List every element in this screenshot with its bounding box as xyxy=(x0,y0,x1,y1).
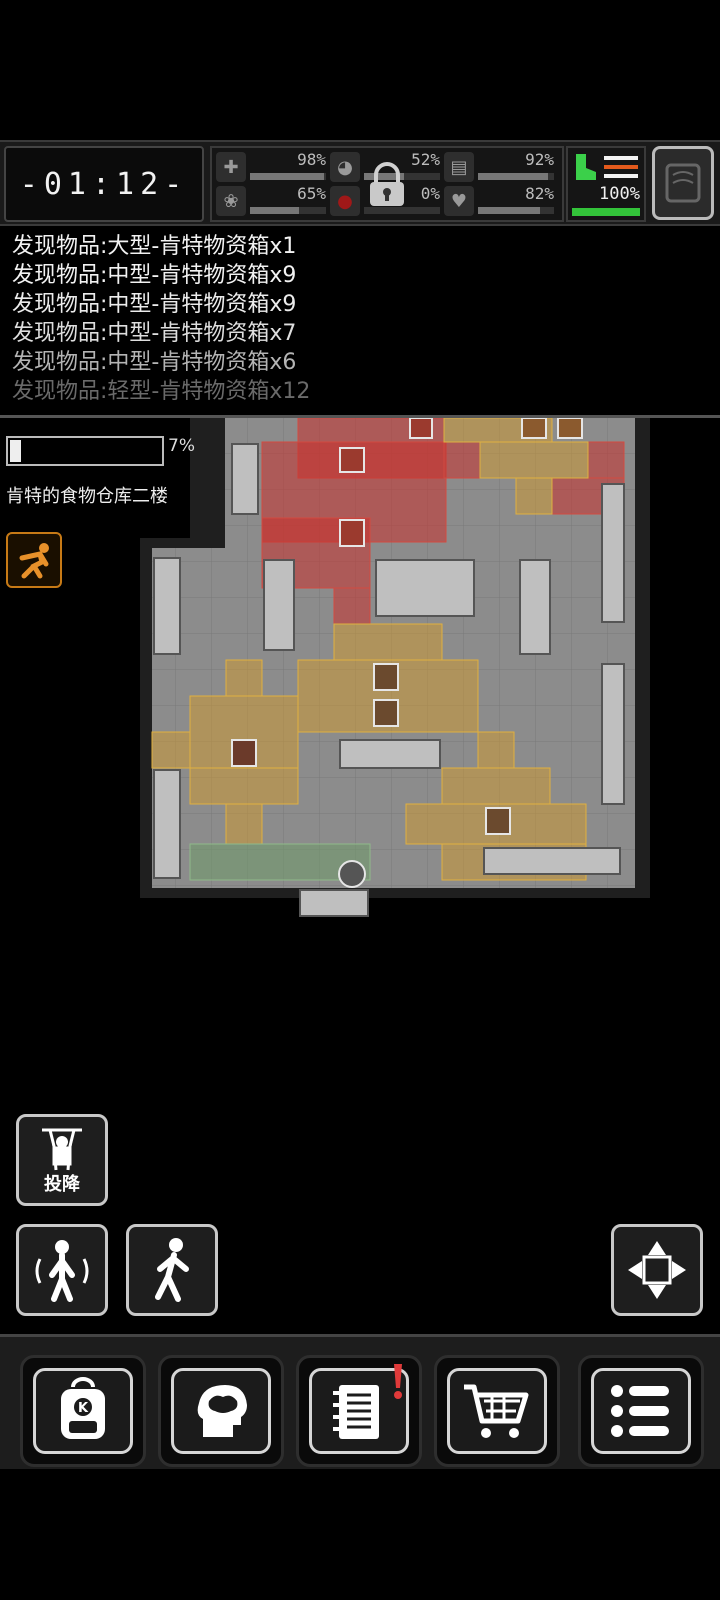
sanity-stat: ❀ 65% xyxy=(216,184,328,216)
mood-stat: ♥ 82% xyxy=(444,184,556,216)
menu-list-icon xyxy=(611,1385,669,1437)
enemy-marker xyxy=(339,447,365,473)
mood-value: 82% xyxy=(525,184,554,203)
thirst-stat: ▤ 92% xyxy=(444,150,556,182)
bleeding-value: 0% xyxy=(420,184,440,203)
enemy-marker xyxy=(557,418,583,439)
radio-icon xyxy=(665,163,701,203)
brain-icon: ❀ xyxy=(216,186,246,216)
backpack-button[interactable]: K xyxy=(20,1355,146,1467)
stamina-bar xyxy=(572,208,640,216)
log-line: 发现物品:轻型-肯特物资箱x12 xyxy=(12,379,311,404)
journal-button[interactable] xyxy=(296,1355,422,1467)
backpack-icon: K xyxy=(61,1377,105,1439)
surrender-label: 投降 xyxy=(44,1174,80,1195)
enemy-marker xyxy=(373,663,399,691)
log-line: 发现物品:中型-肯特物资箱x9 xyxy=(12,263,297,288)
water-icon: ▤ xyxy=(444,152,474,182)
search-progress-value: 7% xyxy=(168,436,195,456)
notification-icon xyxy=(394,1364,402,1399)
status-hud: -01:12- ✚ 98% ◕ 52% ▤ 92% ❀ 65% ● 0% ♥ 8… xyxy=(0,140,720,226)
sneak-icon xyxy=(19,543,49,579)
cart-icon xyxy=(464,1384,529,1438)
bottom-nav: K xyxy=(0,1334,720,1469)
walk-icon xyxy=(155,1238,189,1302)
thirst-value: 92% xyxy=(525,150,554,169)
sanity-value: 65% xyxy=(297,184,326,203)
recenter-button[interactable] xyxy=(611,1224,703,1316)
medkit-icon: ✚ xyxy=(216,152,246,182)
brain-head-icon xyxy=(197,1385,247,1437)
stamina-value: 100% xyxy=(599,184,640,204)
enemy-marker xyxy=(485,807,511,835)
stamina-panel: 100% xyxy=(566,146,646,222)
walk-button[interactable] xyxy=(126,1224,218,1316)
crosshair-icon xyxy=(628,1241,686,1299)
event-log: 发现物品:大型-肯特物资箱x1 发现物品:中型-肯特物资箱x9 发现物品:中型-… xyxy=(12,232,712,406)
shop-button[interactable] xyxy=(434,1355,560,1467)
player-marker xyxy=(338,860,366,888)
blood-drop-icon: ● xyxy=(330,186,360,216)
enemy-marker xyxy=(339,519,365,547)
sneak-mode-button[interactable] xyxy=(6,532,62,588)
building-map[interactable] xyxy=(140,418,650,938)
log-line: 发现物品:大型-肯特物资箱x1 xyxy=(12,234,297,259)
enemy-marker xyxy=(231,739,257,767)
enemy-marker xyxy=(409,418,433,439)
surrender-button[interactable]: 投降 xyxy=(16,1114,108,1206)
svg-text:K: K xyxy=(78,1401,89,1416)
heart-icon: ♥ xyxy=(444,186,474,216)
log-line: 发现物品:中型-肯特物资箱x7 xyxy=(12,321,297,346)
shout-button[interactable] xyxy=(16,1224,108,1316)
surrender-icon xyxy=(42,1128,82,1171)
stomach-icon: ◕ xyxy=(330,152,360,182)
health-value: 98% xyxy=(297,150,326,169)
search-progress-bar xyxy=(6,436,164,466)
menu-button[interactable] xyxy=(578,1355,704,1467)
health-stat: ✚ 98% xyxy=(216,150,328,182)
skills-button[interactable] xyxy=(158,1355,284,1467)
game-clock: -01:12- xyxy=(4,146,204,222)
survival-stats-panel: ✚ 98% ◕ 52% ▤ 92% ❀ 65% ● 0% ♥ 82% xyxy=(210,146,564,222)
location-name: 肯特的食物仓库二楼 xyxy=(6,486,168,507)
radio-button[interactable] xyxy=(652,146,714,220)
log-line: 发现物品:中型-肯特物资箱x6 xyxy=(12,350,297,375)
enemy-marker xyxy=(373,699,399,727)
enemy-marker xyxy=(521,418,547,439)
boot-icon xyxy=(576,154,638,180)
shout-icon xyxy=(35,1240,89,1302)
notebook-icon xyxy=(333,1385,379,1439)
log-line: 发现物品:中型-肯特物资箱x9 xyxy=(12,292,297,317)
lock-icon[interactable] xyxy=(365,162,409,208)
hunger-value: 52% xyxy=(411,150,440,169)
